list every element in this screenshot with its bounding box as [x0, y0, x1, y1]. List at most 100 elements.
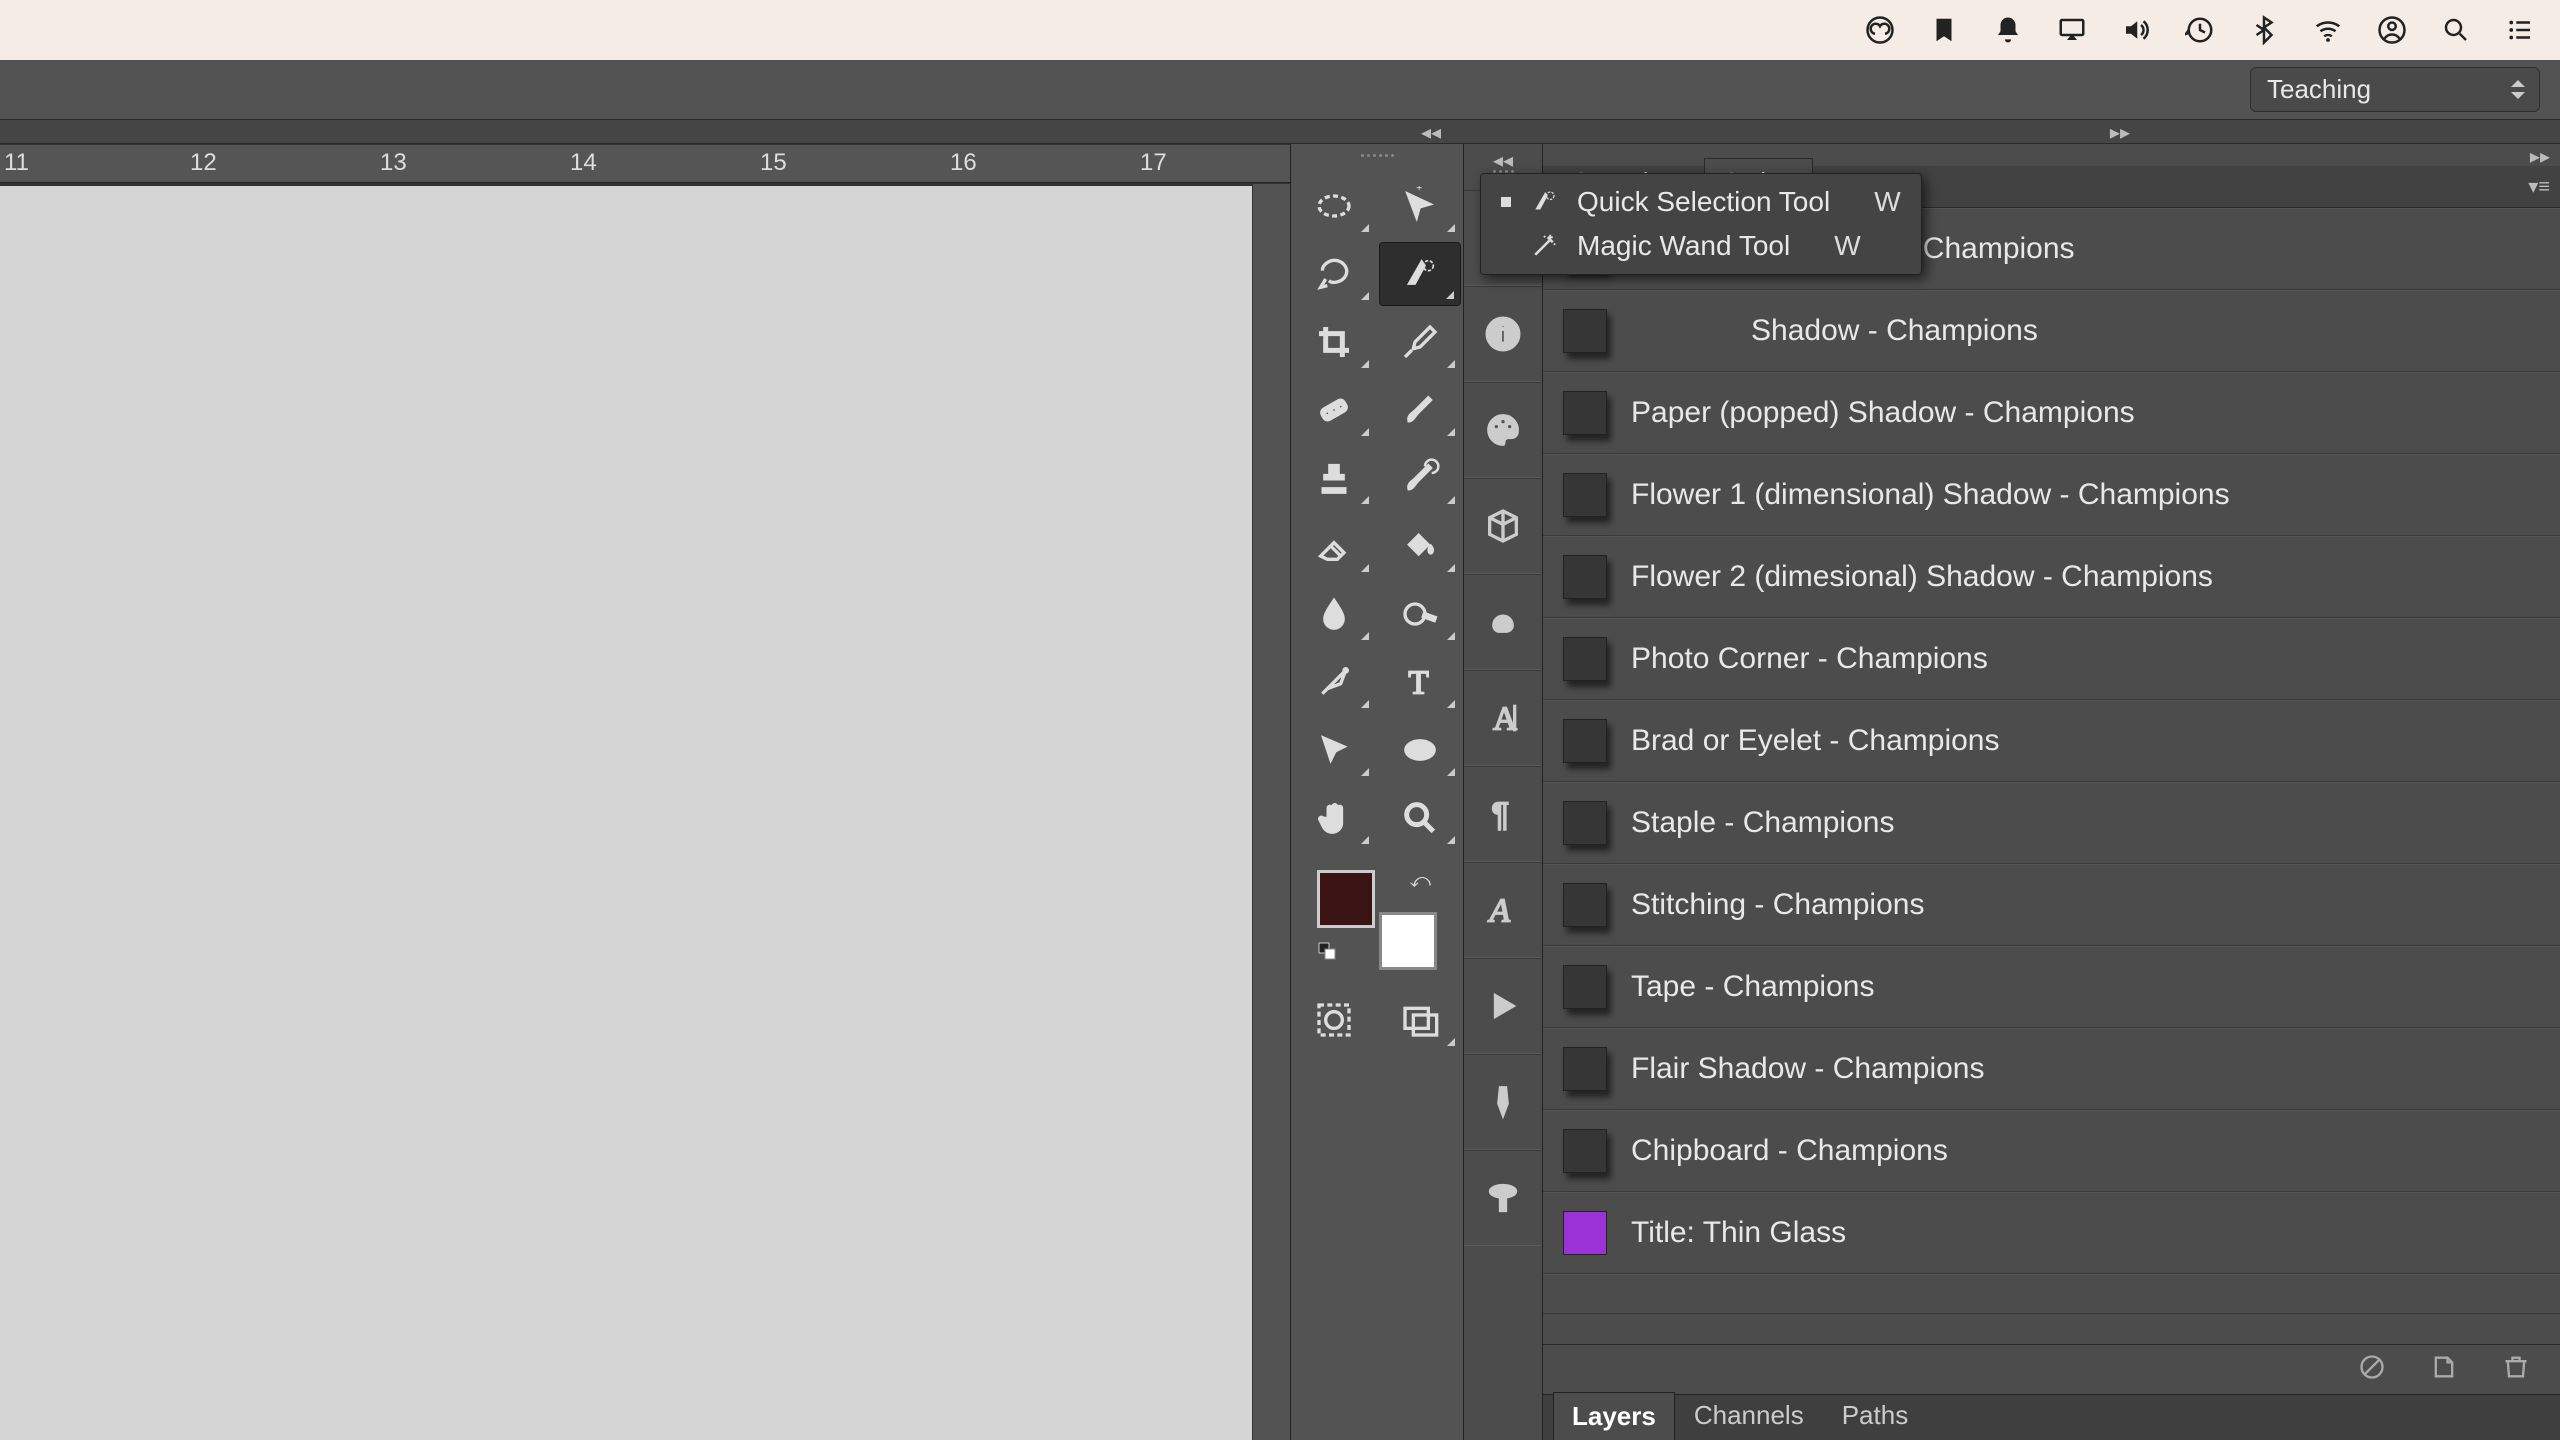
- flyout-item-wand[interactable]: Magic Wand Tool W: [1481, 224, 1921, 268]
- style-item[interactable]: Paper (popped) Shadow - Champions: [1543, 372, 2560, 454]
- flyout-label: Quick Selection Tool: [1577, 186, 1830, 218]
- wifi-icon[interactable]: [2312, 14, 2344, 46]
- dodge-tool[interactable]: [1379, 582, 1461, 646]
- airplay-icon[interactable]: [2056, 14, 2088, 46]
- user-icon[interactable]: [2376, 14, 2408, 46]
- zoom-tool[interactable]: [1379, 786, 1461, 850]
- actions-panel-icon[interactable]: [1464, 958, 1542, 1054]
- style-item[interactable]: Chipboard - Champions: [1543, 1110, 2560, 1192]
- bookmark-icon[interactable]: [1928, 14, 1960, 46]
- panel-grip-icon[interactable]: [1347, 154, 1407, 164]
- character-panel-icon[interactable]: A: [1464, 670, 1542, 766]
- brush-tool[interactable]: [1379, 378, 1461, 442]
- hand-tool[interactable]: [1293, 786, 1375, 850]
- flyout-label: Magic Wand Tool: [1577, 230, 1790, 262]
- flyout-shortcut: W: [1874, 186, 1900, 218]
- style-item[interactable]: Staple - Champions: [1543, 782, 2560, 864]
- style-item[interactable]: Flower 1 (dimensional) Shadow - Champion…: [1543, 454, 2560, 536]
- tab-paths[interactable]: Paths: [1823, 1391, 1928, 1440]
- ellipse-shape-tool[interactable]: [1379, 718, 1461, 782]
- bluetooth-icon[interactable]: [2248, 14, 2280, 46]
- glyphs-panel-icon[interactable]: A: [1464, 862, 1542, 958]
- heal-tool[interactable]: [1293, 378, 1375, 442]
- style-label: Paper (popped) Shadow - Champions: [1631, 396, 2135, 430]
- libraries-panel-icon[interactable]: [1464, 574, 1542, 670]
- style-preview-swatch: [1563, 1211, 1607, 1255]
- style-preview-swatch: [1563, 965, 1607, 1009]
- default-colors-icon[interactable]: [1317, 941, 1337, 966]
- lasso-tool[interactable]: [1293, 242, 1375, 306]
- volume-icon[interactable]: [2120, 14, 2152, 46]
- tool-flyout-menu: Quick Selection ToolWMagic Wand ToolW: [1480, 173, 1922, 275]
- style-item[interactable]: Flower 2 (dimesional) Shadow - Champions: [1543, 536, 2560, 618]
- style-preview-swatch: [1563, 637, 1607, 681]
- style-item[interactable]: Tape - Champions: [1543, 946, 2560, 1028]
- style-label: Shadow - Champions: [1631, 314, 2038, 348]
- quick-select-tool[interactable]: [1379, 242, 1461, 306]
- tab-channels[interactable]: Channels: [1675, 1391, 1823, 1440]
- expand-arrow-icon[interactable]: ◂◂: [1493, 148, 1513, 170]
- flyout-shortcut: W: [1834, 230, 1860, 262]
- type-tool[interactable]: T: [1379, 650, 1461, 714]
- workspace-selector[interactable]: Teaching: [2250, 67, 2540, 112]
- svg-text:A: A: [1488, 893, 1511, 930]
- styles-list[interactable]: Paper (flat) Shadow - ChampionsShadow - …: [1543, 208, 2560, 1344]
- style-item[interactable]: Photo Corner - Champions: [1543, 618, 2560, 700]
- brushes-panel-icon[interactable]: [1464, 1054, 1542, 1150]
- blur-tool[interactable]: [1293, 582, 1375, 646]
- tab-layers[interactable]: Layers: [1553, 1392, 1675, 1440]
- style-item[interactable]: Flair Shadow - Champions: [1543, 1028, 2560, 1110]
- color-picker[interactable]: ⤺: [1317, 870, 1437, 970]
- history-brush-tool[interactable]: [1379, 446, 1461, 510]
- style-item[interactable]: Shadow - Champions: [1543, 290, 2560, 372]
- color-panel-icon[interactable]: [1464, 382, 1542, 478]
- style-item[interactable]: Title: Thin Glass: [1543, 1192, 2560, 1274]
- style-label: Chipboard - Champions: [1631, 1134, 1948, 1168]
- spotlight-icon[interactable]: [2440, 14, 2472, 46]
- style-label: Flower 1 (dimensional) Shadow - Champion…: [1631, 478, 2230, 512]
- background-color-swatch[interactable]: [1379, 912, 1437, 970]
- active-indicator-icon: [1501, 241, 1511, 251]
- clear-style-icon[interactable]: [2358, 1353, 2386, 1386]
- collapse-right-arrow-icon[interactable]: ▸▸: [2110, 120, 2130, 145]
- svg-text:T: T: [1408, 665, 1428, 702]
- ruler-tick: 16: [950, 149, 977, 177]
- swap-colors-icon[interactable]: ⤺: [1410, 870, 1431, 893]
- quick-mask-tool[interactable]: [1293, 988, 1375, 1052]
- new-style-icon[interactable]: [2430, 1353, 2458, 1386]
- paragraph-panel-icon[interactable]: ¶: [1464, 766, 1542, 862]
- move-tool[interactable]: [1379, 174, 1461, 238]
- style-preview-swatch: [1563, 1129, 1607, 1173]
- style-preview-swatch: [1563, 555, 1607, 599]
- ruler-tick: 13: [380, 149, 407, 177]
- workspace: ▸▸ 11 12 13 14 15 16 17 ◂◂ T ⤺: [0, 144, 2560, 1440]
- marquee-tool[interactable]: [1293, 174, 1375, 238]
- foreground-color-swatch[interactable]: [1317, 870, 1375, 928]
- delete-style-icon[interactable]: [2502, 1353, 2530, 1386]
- stamp-tool[interactable]: [1293, 446, 1375, 510]
- style-item[interactable]: Stitching - Champions: [1543, 864, 2560, 946]
- screen-mode-tool[interactable]: [1379, 988, 1461, 1052]
- collapse-left-arrow-icon[interactable]: ◂◂: [1421, 120, 1441, 145]
- style-label: Title: Thin Glass: [1631, 1216, 1846, 1250]
- info-panel-icon[interactable]: i: [1464, 286, 1542, 382]
- pen-tool[interactable]: [1293, 650, 1375, 714]
- style-preview-swatch: [1563, 883, 1607, 927]
- menu-list-icon[interactable]: [2504, 14, 2536, 46]
- crop-tool[interactable]: [1293, 310, 1375, 374]
- canvas[interactable]: [0, 184, 1252, 1440]
- panel-menu-icon[interactable]: ▾≡: [2528, 174, 2550, 199]
- timemachine-icon[interactable]: [2184, 14, 2216, 46]
- 3d-panel-icon[interactable]: [1464, 478, 1542, 574]
- style-item[interactable]: Brad or Eyelet - Champions: [1543, 700, 2560, 782]
- paint-bucket-tool[interactable]: [1379, 514, 1461, 578]
- creative-cloud-icon[interactable]: [1864, 14, 1896, 46]
- eraser-tool[interactable]: [1293, 514, 1375, 578]
- horizontal-ruler: 11 12 13 14 15 16 17: [0, 144, 1290, 184]
- path-select-tool[interactable]: [1293, 718, 1375, 782]
- canvas-gutter: [1252, 184, 1290, 1440]
- notifications-icon[interactable]: [1992, 14, 2024, 46]
- eyedropper-tool[interactable]: [1379, 310, 1461, 374]
- brush-settings-panel-icon[interactable]: [1464, 1150, 1542, 1246]
- flyout-item-quick-select[interactable]: Quick Selection Tool W: [1481, 180, 1921, 224]
